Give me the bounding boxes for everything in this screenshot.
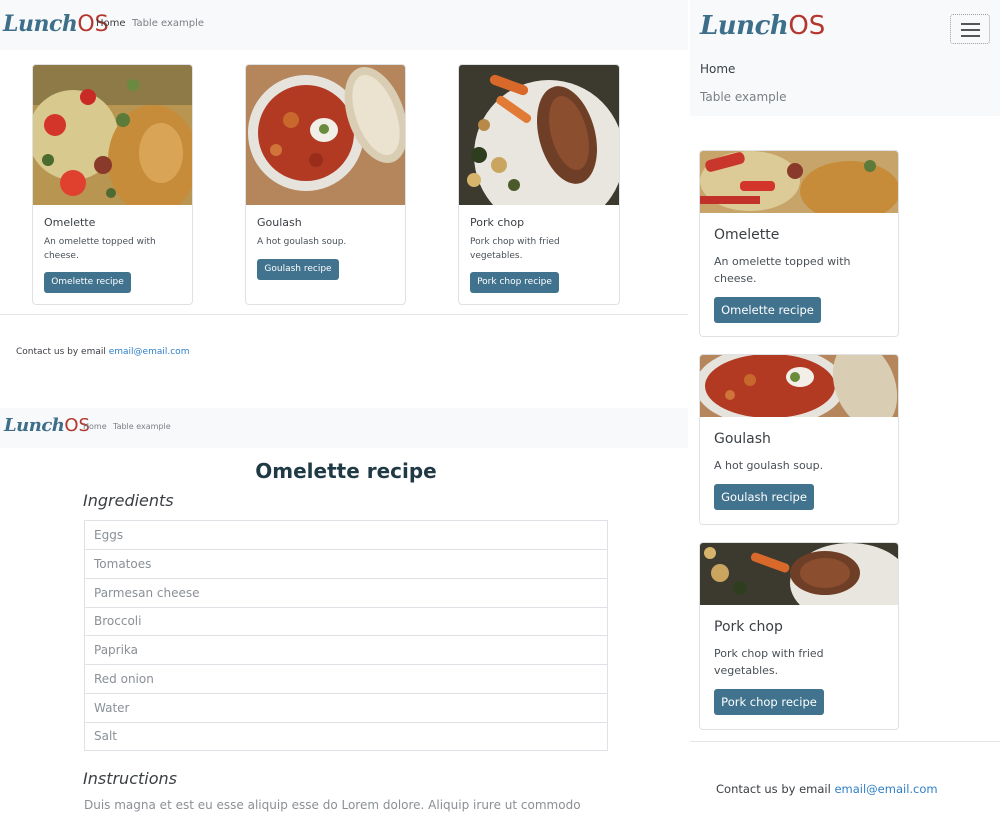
nav-home-link[interactable]: Home: [96, 18, 126, 29]
pork-chop-image: [700, 543, 898, 605]
ingredients-list: Eggs Tomatoes Parmesan cheese Broccoli P…: [84, 520, 608, 751]
list-item: Salt: [85, 722, 607, 751]
brand-os: OS: [788, 11, 826, 41]
nav-table-link[interactable]: Table example: [700, 90, 787, 104]
goulash-recipe-button[interactable]: Goulash recipe: [257, 259, 339, 280]
brand-logo[interactable]: LunchOS: [700, 11, 825, 41]
omelette-image: [700, 151, 898, 213]
card-pork-chop: Pork chop Pork chop with fried vegetable…: [699, 542, 899, 730]
list-item: Eggs: [85, 521, 607, 550]
card-text: An omelette topped with cheese.: [714, 255, 851, 285]
card-title: Pork chop: [470, 216, 525, 229]
goulash-recipe-button[interactable]: Goulash recipe: [714, 484, 814, 510]
brand-logo[interactable]: LunchOS: [4, 415, 90, 436]
card-title: Omelette: [714, 227, 780, 243]
footer-divider: [0, 314, 688, 315]
recipe-navbar: LunchOS Home Table example: [0, 408, 688, 448]
list-item: Red onion: [85, 665, 607, 694]
card-text: An omelette topped with cheese.: [44, 237, 156, 261]
instructions-text: Duis magna et est eu esse aliquip esse d…: [84, 798, 581, 812]
list-item: Broccoli: [85, 607, 607, 636]
pork-chop-image: [459, 65, 619, 205]
card-pork-chop: Pork chop Pork chop with fried vegetable…: [458, 64, 620, 305]
nav-table-link[interactable]: Table example: [113, 422, 171, 431]
navbar-toggler-button[interactable]: [950, 14, 990, 44]
brand-logo[interactable]: LunchOS: [3, 11, 109, 37]
omelette-recipe-button[interactable]: Omelette recipe: [44, 272, 131, 293]
pork-chop-recipe-button[interactable]: Pork chop recipe: [470, 272, 559, 293]
card-title: Pork chop: [714, 619, 783, 635]
list-item: Water: [85, 694, 607, 723]
mobile-panel: LunchOS Home Table example Omelette An o…: [690, 0, 1000, 817]
card-goulash: Goulash A hot goulash soup. Goulash reci…: [245, 64, 406, 305]
goulash-image: [246, 65, 405, 205]
pork-chop-recipe-button[interactable]: Pork chop recipe: [714, 689, 824, 715]
card-text: A hot goulash soup.: [714, 459, 824, 472]
instructions-heading: Instructions: [83, 769, 177, 788]
list-item: Parmesan cheese: [85, 579, 607, 608]
footer-text: Contact us by email: [16, 347, 106, 357]
list-item: Tomatoes: [85, 550, 607, 579]
goulash-image: [700, 355, 898, 417]
brand-script: Lunch: [700, 11, 789, 41]
omelette-image: [33, 65, 192, 205]
footer: Contact us by email email@email.com: [716, 782, 938, 796]
nav-home-link[interactable]: Home: [83, 422, 107, 431]
footer-email-link[interactable]: email@email.com: [834, 782, 937, 796]
card-text: Pork chop with fried vegetables.: [714, 647, 824, 677]
footer-email-link[interactable]: email@email.com: [109, 347, 190, 357]
card-text: Pork chop with fried vegetables.: [470, 237, 560, 261]
card-title: Goulash: [257, 216, 302, 229]
footer-text: Contact us by email: [716, 782, 831, 796]
nav-table-link[interactable]: Table example: [132, 18, 204, 29]
mobile-navbar: LunchOS Home Table example: [690, 0, 1000, 116]
desktop-navbar: LunchOS Home Table example: [0, 0, 688, 50]
footer: Contact us by email email@email.com: [16, 347, 189, 357]
omelette-recipe-button[interactable]: Omelette recipe: [714, 297, 821, 323]
card-goulash: Goulash A hot goulash soup. Goulash reci…: [699, 354, 899, 525]
card-omelette: Omelette An omelette topped with cheese.…: [699, 150, 899, 337]
desktop-home-panel: LunchOS Home Table example Omelette An o…: [0, 0, 688, 400]
recipe-panel: LunchOS Home Table example Omelette reci…: [0, 408, 688, 817]
card-text: A hot goulash soup.: [257, 237, 347, 247]
card-title: Omelette: [44, 216, 96, 229]
hamburger-icon: [961, 23, 980, 25]
ingredients-heading: Ingredients: [83, 491, 174, 510]
card-title: Goulash: [714, 431, 771, 447]
list-item: Paprika: [85, 636, 607, 665]
nav-home-link[interactable]: Home: [700, 62, 735, 76]
card-omelette: Omelette An omelette topped with cheese.…: [32, 64, 193, 305]
brand-script: Lunch: [4, 415, 65, 436]
brand-script: Lunch: [3, 11, 78, 37]
recipe-title: Omelette recipe: [255, 459, 437, 483]
footer-divider: [690, 741, 1000, 742]
